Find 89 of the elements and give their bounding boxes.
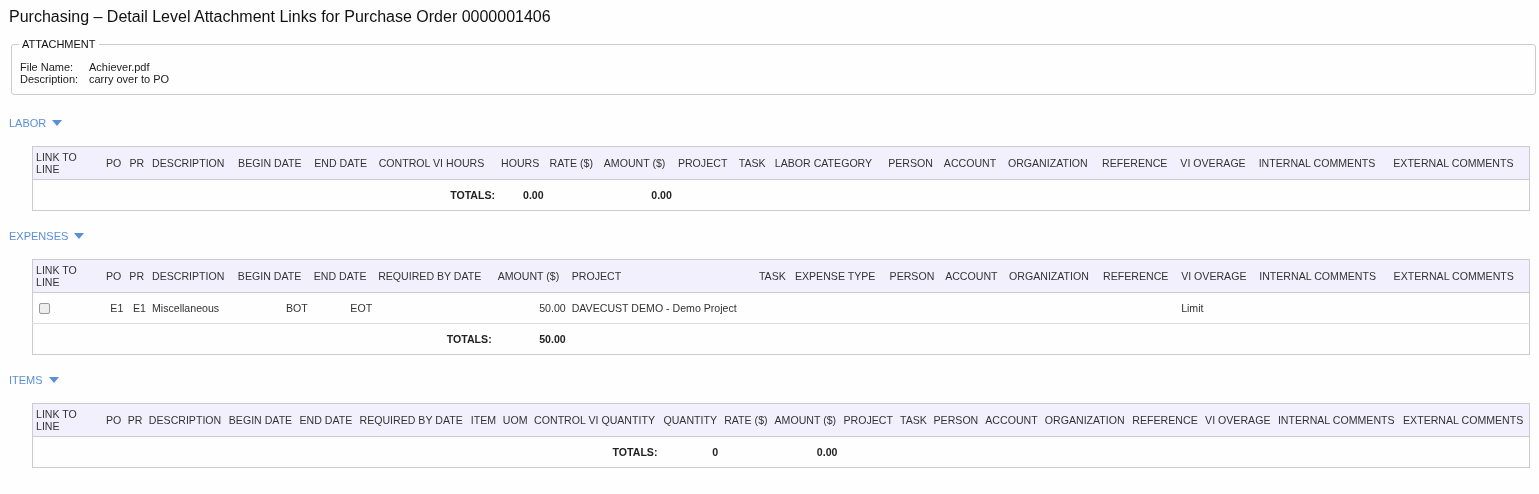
column-header: ACCOUNT xyxy=(942,259,1007,293)
column-header: DESCRIPTION xyxy=(149,259,235,293)
column-header: PR xyxy=(124,403,146,437)
table-cell: BOT xyxy=(286,302,308,314)
column-header: PO xyxy=(103,403,125,437)
column-header: VI OVERAGE xyxy=(1178,259,1257,293)
section-toggle[interactable]: EXPENSES xyxy=(9,230,85,242)
column-header: REFERENCE xyxy=(1129,403,1203,437)
field-value: carry over to PO xyxy=(89,73,170,85)
column-header: TASK xyxy=(897,403,931,437)
column-header: ITEM xyxy=(467,403,500,437)
table-cell: Miscellaneous xyxy=(152,302,220,314)
caret-down-icon xyxy=(52,120,63,126)
column-header: DESCRIPTION xyxy=(145,403,226,437)
column-header: PO xyxy=(103,259,127,293)
column-header: DESCRIPTION xyxy=(149,146,236,180)
column-header: AMOUNT ($) xyxy=(771,403,841,437)
totals-label: TOTALS: xyxy=(612,446,658,458)
column-header: END DATE xyxy=(296,403,357,437)
column-header: INTERNAL COMMENTS xyxy=(1274,403,1401,437)
table-cell: DAVECUST DEMO - Demo Project xyxy=(571,302,737,314)
column-header: REFERENCE xyxy=(1100,259,1179,293)
column-header: LINK TO LINE xyxy=(32,403,103,437)
table-cell: E1 xyxy=(133,302,146,314)
totals-label: TOTALS: xyxy=(446,333,492,345)
column-header: AMOUNT ($) xyxy=(494,259,569,293)
column-header: END DATE xyxy=(310,259,376,293)
column-header: REQUIRED BY DATE xyxy=(356,403,468,437)
total-value: 0.00 xyxy=(651,189,672,201)
column-header: ACCOUNT xyxy=(940,146,1005,180)
column-header: INTERNAL COMMENTS xyxy=(1256,259,1391,293)
column-header: REQUIRED BY DATE xyxy=(375,259,495,293)
caret-down-icon xyxy=(48,377,59,383)
column-header: CONTROL VI HOURS xyxy=(375,146,499,180)
column-header: END DATE xyxy=(311,146,376,180)
column-header: PERSON xyxy=(886,259,943,293)
column-header: UOM xyxy=(499,403,532,437)
column-header: EXPENSE TYPE xyxy=(791,259,887,293)
field-value: Achiever.pdf xyxy=(89,61,150,73)
column-header: BEGIN DATE xyxy=(234,259,311,293)
row-checkbox[interactable] xyxy=(39,303,50,315)
column-header: RATE ($) xyxy=(546,146,601,180)
column-header: QUANTITY xyxy=(660,403,722,437)
column-header: PERSON xyxy=(885,146,941,180)
column-header: VI OVERAGE xyxy=(1177,146,1256,180)
column-header: EXTERNAL COMMENTS xyxy=(1390,259,1530,293)
column-header: VI OVERAGE xyxy=(1202,403,1275,437)
column-header: ACCOUNT xyxy=(982,403,1042,437)
column-header: PO xyxy=(103,146,127,180)
column-header: EXTERNAL COMMENTS xyxy=(1390,146,1530,180)
table-cell: Limit xyxy=(1181,302,1204,314)
column-header: TASK xyxy=(755,259,792,293)
field-label: File Name: xyxy=(20,61,74,73)
total-value: 50.00 xyxy=(539,333,566,345)
column-header: RATE ($) xyxy=(721,403,772,437)
column-header: AMOUNT ($) xyxy=(600,146,675,180)
column-header: PR xyxy=(126,259,149,293)
column-header: TASK xyxy=(735,146,772,180)
column-header: PROJECT xyxy=(568,259,756,293)
caret-down-icon xyxy=(74,233,85,239)
total-value: 0.00 xyxy=(523,189,544,201)
column-header: REFERENCE xyxy=(1099,146,1178,180)
totals-label: TOTALS: xyxy=(450,189,496,201)
column-header: INTERNAL COMMENTS xyxy=(1255,146,1391,180)
page-title: Purchasing – Detail Level Attachment Links for Purchase Order 0000001406 xyxy=(9,8,552,26)
column-header: PROJECT xyxy=(674,146,736,180)
column-header: LINK TO LINE xyxy=(32,259,103,293)
section-toggle[interactable]: ITEMS xyxy=(9,374,59,386)
column-header: ORGANIZATION xyxy=(1006,259,1101,293)
column-header: CONTROL VI QUANTITY xyxy=(531,403,661,437)
table-cell: EOT xyxy=(350,302,373,314)
total-value: 0.00 xyxy=(816,446,838,458)
field-label: Description: xyxy=(20,73,79,85)
column-header: ORGANIZATION xyxy=(1004,146,1100,180)
column-header: PR xyxy=(126,146,150,180)
total-value: 0 xyxy=(712,446,719,458)
panel-legend: ATTACHMENT xyxy=(19,38,99,50)
column-header: HOURS xyxy=(498,146,547,180)
table-cell: E1 xyxy=(110,302,124,314)
column-header: LABOR CATEGORY xyxy=(771,146,886,180)
column-header: ORGANIZATION xyxy=(1041,403,1130,437)
section-toggle[interactable]: LABOR xyxy=(9,117,63,129)
column-header: BEGIN DATE xyxy=(225,403,297,437)
column-header: BEGIN DATE xyxy=(235,146,312,180)
table-cell: 50.00 xyxy=(539,302,566,314)
column-header: PERSON xyxy=(930,403,983,437)
column-header: EXTERNAL COMMENTS xyxy=(1400,403,1530,437)
column-header: PROJECT xyxy=(840,403,897,437)
column-header: LINK TO LINE xyxy=(32,146,103,180)
